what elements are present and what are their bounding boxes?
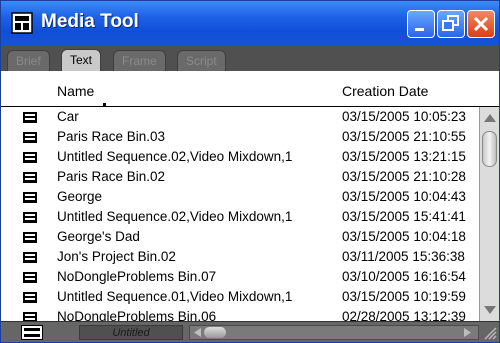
bin-icon — [23, 192, 37, 203]
item-name: George — [57, 189, 103, 204]
item-date: 03/15/2005 21:10:28 — [342, 169, 466, 184]
item-date: 03/15/2005 10:04:43 — [342, 189, 466, 204]
list-item[interactable]: Paris Race Bin.02 03/15/2005 21:10:28 — [1, 167, 479, 187]
item-name: Untitled Sequence.02,Video Mixdown,1 — [57, 209, 293, 224]
media-tool-icon — [11, 12, 33, 34]
list-item[interactable]: Car 03/15/2005 10:05:23 — [1, 107, 479, 127]
bin-icon — [23, 292, 37, 303]
vertical-scroll-thumb[interactable] — [482, 131, 497, 167]
list-item[interactable]: Paris Race Bin.03 03/15/2005 21:10:55 — [1, 127, 479, 147]
item-name: Paris Race Bin.02 — [57, 169, 166, 184]
list-item[interactable]: Jon's Project Bin.02 03/11/2005 15:36:38 — [1, 247, 479, 267]
item-date: 03/11/2005 15:36:38 — [342, 249, 465, 264]
scroll-right-arrow-icon[interactable] — [462, 327, 473, 338]
list-item[interactable]: Untitled Sequence.02,Video Mixdown,1 03/… — [1, 147, 479, 167]
bin-icon — [23, 172, 37, 183]
item-name: Jon's Project Bin.02 — [57, 249, 176, 264]
tab-frame[interactable]: Frame — [113, 50, 166, 71]
item-date: 03/15/2005 21:10:55 — [342, 129, 466, 144]
bin-icon — [23, 312, 37, 321]
tab-bar: Brief Text Frame Script — [1, 45, 499, 71]
list-item[interactable]: George's Dad 03/15/2005 10:04:18 — [1, 227, 479, 247]
item-name: Untitled Sequence.02,Video Mixdown,1 — [57, 149, 293, 164]
close-button[interactable] — [467, 10, 495, 38]
item-date: 03/15/2005 10:05:23 — [342, 109, 466, 124]
list-item[interactable]: NoDongleProblems Bin.07 03/10/2005 16:16… — [1, 267, 479, 287]
media-tool-window: Media Tool Brief Text Frame Script Name … — [0, 0, 500, 343]
minimize-button[interactable] — [407, 10, 435, 38]
restore-button[interactable] — [437, 10, 465, 38]
horizontal-scrollbar[interactable] — [189, 325, 479, 340]
scroll-left-arrow-icon[interactable] — [192, 327, 203, 338]
item-name: NoDongleProblems Bin.06 — [57, 309, 217, 321]
item-date: 03/15/2005 10:04:18 — [342, 229, 466, 244]
minimize-icon — [415, 28, 424, 31]
close-icon — [473, 16, 489, 32]
bin-icon — [23, 112, 37, 123]
list-item[interactable]: NoDongleProblems Bin.06 02/28/2005 13:12… — [1, 307, 479, 321]
item-name: NoDongleProblems Bin.07 — [57, 269, 217, 284]
bin-icon — [23, 212, 37, 223]
bin-icon — [23, 252, 37, 263]
list-item[interactable]: Untitled Sequence.01,Video Mixdown,1 03/… — [1, 287, 479, 307]
scroll-up-arrow-icon[interactable] — [482, 111, 498, 127]
bin-view-icon[interactable] — [21, 325, 43, 340]
item-date: 03/15/2005 13:21:15 — [342, 149, 466, 164]
list-item[interactable]: George 03/15/2005 10:04:43 — [1, 187, 479, 207]
vertical-scrollbar[interactable] — [479, 107, 499, 321]
item-name: George's Dad — [57, 229, 140, 244]
item-name: Car — [57, 109, 79, 124]
list-item[interactable]: Untitled Sequence.02,Video Mixdown,1 03/… — [1, 207, 479, 227]
column-header: Name Creation Date — [1, 71, 499, 107]
bin-icon — [23, 232, 37, 243]
title-bar[interactable]: Media Tool — [1, 1, 499, 45]
item-name: Paris Race Bin.03 — [57, 129, 166, 144]
column-header-creation-date[interactable]: Creation Date — [342, 83, 428, 99]
item-date: 03/10/2005 16:16:54 — [342, 269, 466, 284]
scroll-down-arrow-icon[interactable] — [482, 301, 498, 317]
bottom-bar: Untitled — [1, 321, 499, 342]
bin-list: Car 03/15/2005 10:05:23 Paris Race Bin.0… — [1, 107, 479, 321]
tab-text[interactable]: Text — [61, 49, 102, 71]
item-date: 03/15/2005 10:19:59 — [342, 289, 466, 304]
tab-brief[interactable]: Brief — [7, 50, 50, 71]
horizontal-scroll-thumb[interactable] — [204, 327, 226, 338]
restore-icon — [442, 15, 459, 31]
bin-view-selector[interactable]: Untitled — [79, 325, 183, 340]
item-date: 03/15/2005 15:41:41 — [342, 209, 466, 224]
bin-icon — [23, 272, 37, 283]
item-date: 02/28/2005 13:12:39 — [342, 309, 466, 321]
column-header-name[interactable]: Name — [57, 83, 94, 99]
resize-grip-icon[interactable] — [481, 324, 497, 340]
bin-icon — [23, 132, 37, 143]
item-name: Untitled Sequence.01,Video Mixdown,1 — [57, 289, 293, 304]
bin-icon — [23, 152, 37, 163]
tab-script[interactable]: Script — [177, 50, 226, 71]
window-title: Media Tool — [41, 11, 139, 32]
